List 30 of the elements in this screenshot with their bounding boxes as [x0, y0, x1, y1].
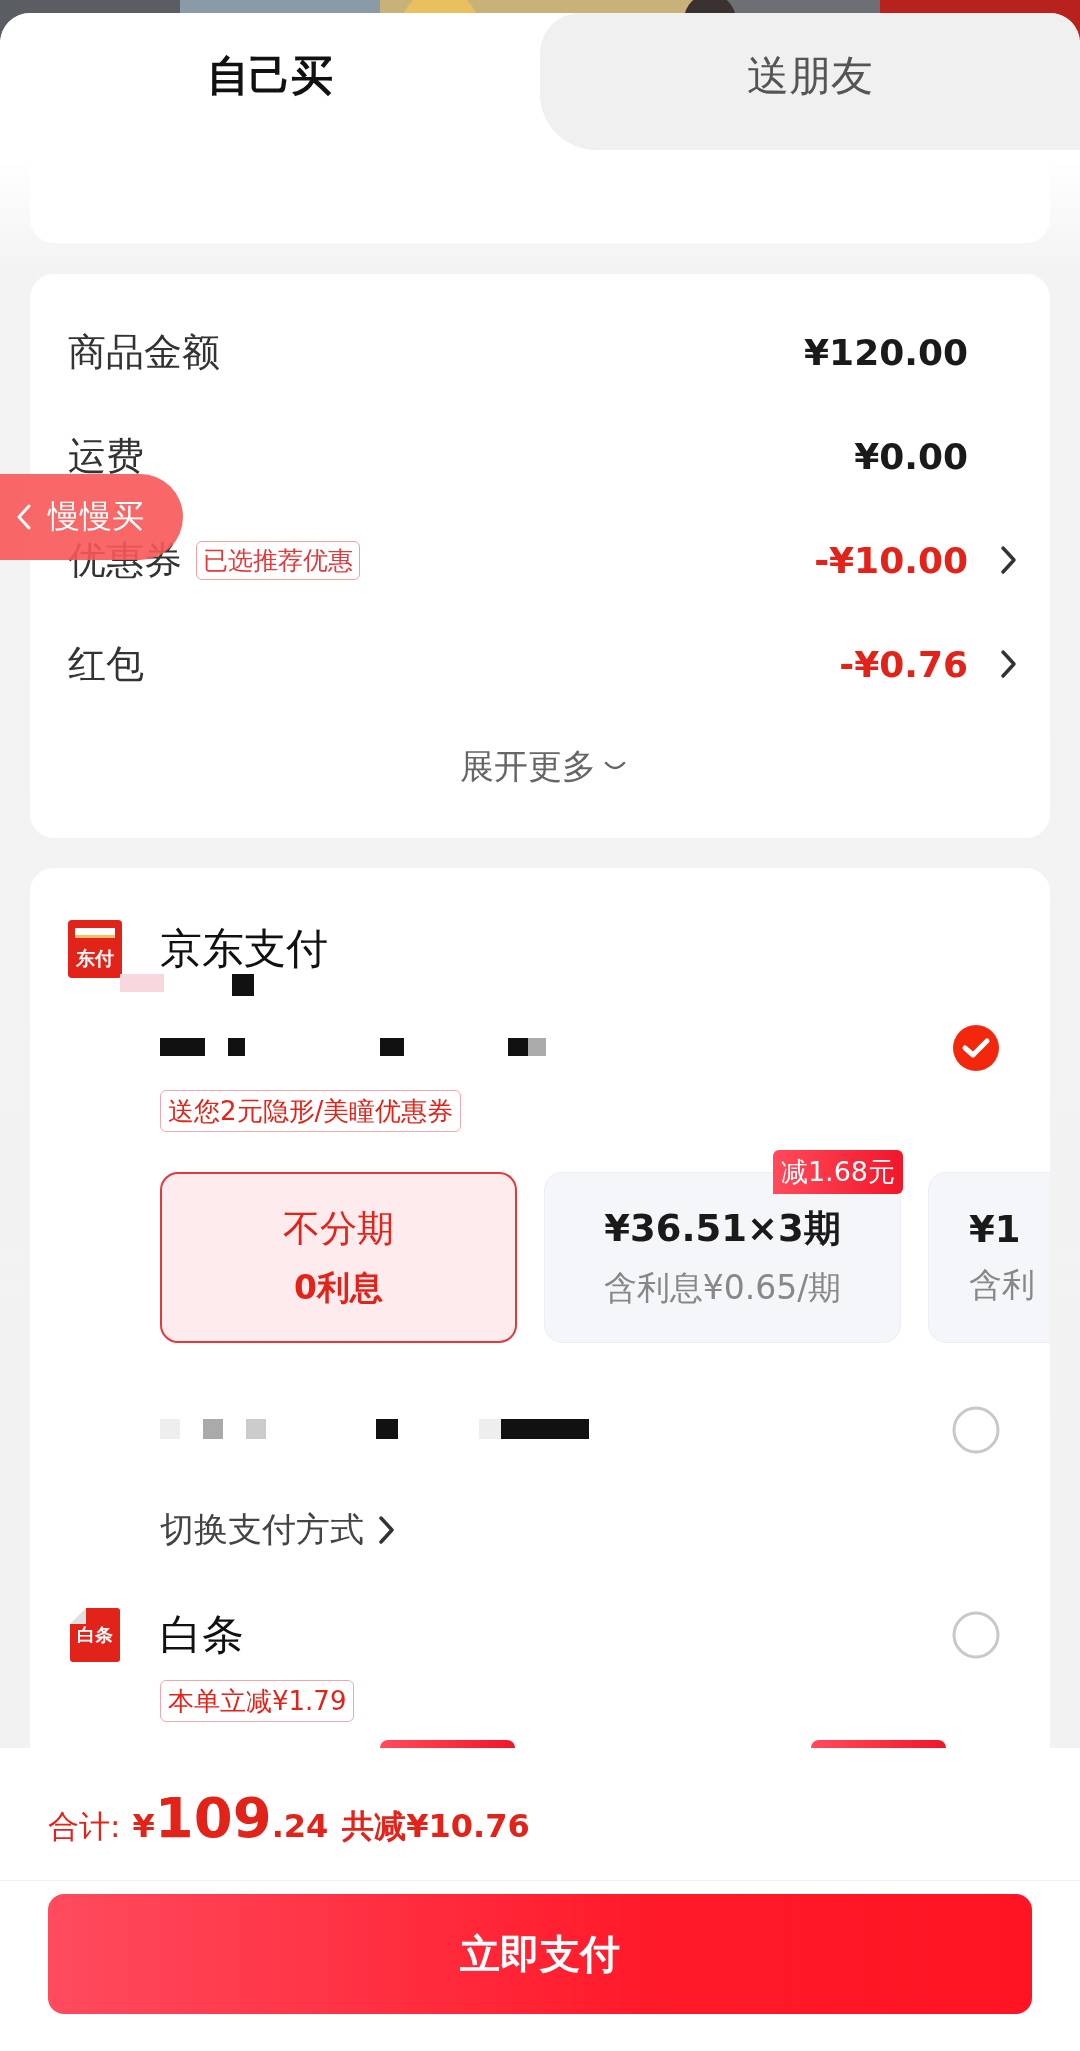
- chevron-left-icon: [16, 503, 32, 531]
- radio-button[interactable]: [952, 1611, 1000, 1659]
- chevron-right-icon: [1000, 545, 1018, 575]
- discount-amount[interactable]: -¥10.00: [814, 539, 968, 581]
- coupon-tag: 已选推荐优惠: [196, 540, 360, 580]
- radio-button[interactable]: [952, 1406, 1000, 1454]
- total-label: 合计:: [48, 1806, 121, 1846]
- tab[interactable]: 送朋友: [540, 13, 1080, 150]
- promo-tag: 送您2元隐形/美瞳优惠券: [160, 1090, 462, 1132]
- amount: ¥0.00: [854, 435, 968, 477]
- discount-amount[interactable]: -¥0.76: [839, 643, 968, 685]
- chevron-right-icon: [1000, 649, 1018, 679]
- total-price: ¥109.24: [132, 1784, 329, 1850]
- installment-option[interactable]: ¥1 含利: [928, 1172, 1050, 1343]
- payment-logo: 东付: [68, 920, 122, 978]
- radio-checked-icon[interactable]: [952, 1024, 1000, 1072]
- installment-option[interactable]: 不分期 0利息: [160, 1172, 517, 1343]
- payment-method-title: 白条: [160, 1614, 244, 1656]
- payment-logo: 白条: [70, 1608, 120, 1662]
- pay-now-button[interactable]: 立即支付: [48, 1894, 1032, 2014]
- total-savings: 共减¥10.76: [342, 1805, 530, 1847]
- row-label: 红包: [68, 640, 144, 688]
- promo-tag: 本单立减¥1.79: [160, 1680, 355, 1722]
- discount-badge: 减1.68元: [772, 1150, 903, 1194]
- chevron-right-icon: [378, 1515, 396, 1545]
- payment-method-title: 京东支付: [160, 928, 328, 970]
- amount: ¥120.00: [804, 331, 968, 373]
- switch-payment-link[interactable]: 切换支付方式: [160, 1507, 364, 1553]
- row-label: 商品金额: [68, 328, 220, 376]
- expand-more-link[interactable]: 展开更多: [460, 744, 596, 790]
